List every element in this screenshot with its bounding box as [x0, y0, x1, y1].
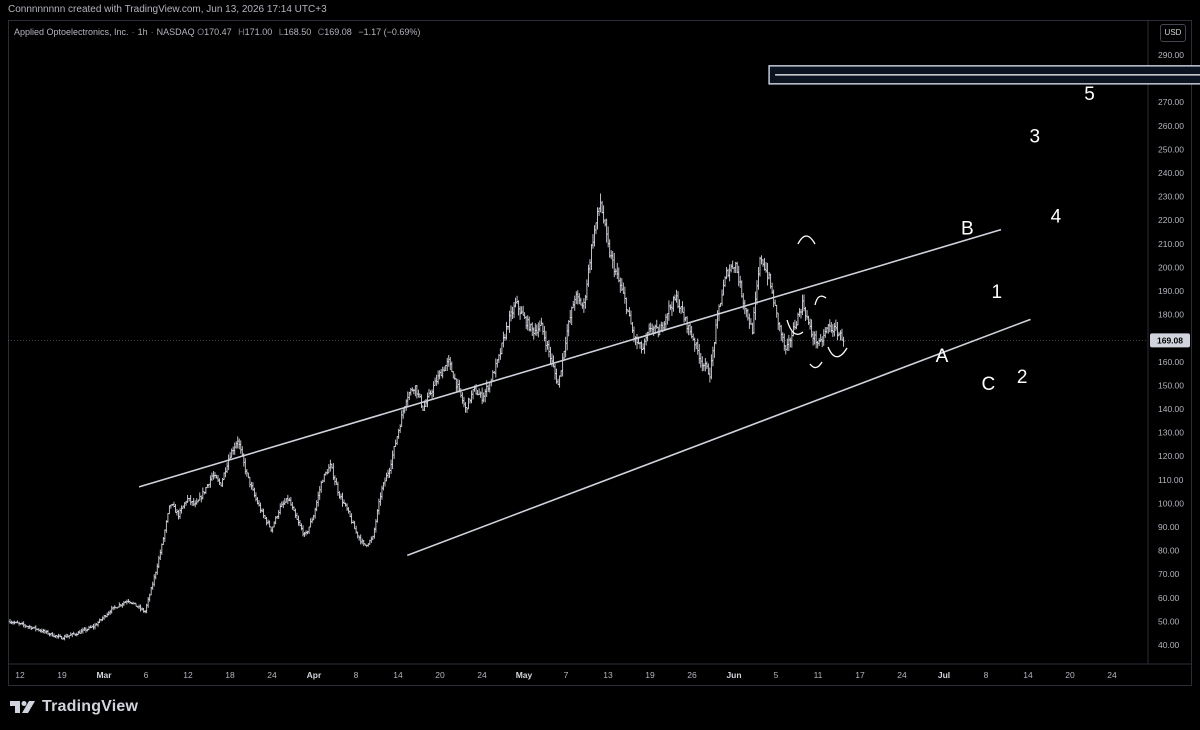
- price-chart[interactable]: 290.00 2 80.00 270.00 260.00 250.00 240.00 230.…: [0, 0, 1200, 730]
- time-axis-label: Jun: [726, 670, 741, 680]
- tradingview-brand: TradingView: [42, 698, 139, 715]
- open-value: 170.47: [204, 27, 232, 37]
- time-axis-label: 5: [774, 670, 779, 680]
- upper-channel-line[interactable]: [138, 228, 1002, 488]
- wave-label-5[interactable]: 5: [1084, 84, 1095, 105]
- time-axis-label: 8: [354, 670, 359, 680]
- high-value: 171.00: [244, 27, 273, 37]
- close-value: 169.08: [324, 27, 352, 37]
- price-axis-label: 60.00: [1158, 593, 1180, 603]
- wave-label-1[interactable]: 1: [992, 282, 1003, 303]
- price-axis-label: 270.00: [1158, 97, 1184, 107]
- price-axis-label: 120.00: [1158, 451, 1184, 461]
- low-label: L: [278, 27, 284, 37]
- price-axis-label: 40.00: [1158, 640, 1180, 650]
- time-axis-label: 14: [1023, 670, 1033, 680]
- price-axis-label: 140.00: [1158, 404, 1184, 414]
- high-label: H: [238, 27, 245, 37]
- time-axis-label: Apr: [307, 670, 322, 680]
- price-axis-label: 240.00: [1158, 168, 1184, 178]
- price-axis-label: 260.00: [1158, 121, 1184, 131]
- time-axis-label: 24: [267, 670, 277, 680]
- time-axis-label: 14: [393, 670, 403, 680]
- time-axis-label: 19: [645, 670, 655, 680]
- wave-label-C[interactable]: C: [982, 374, 996, 395]
- time-axis-label: 12: [15, 670, 25, 680]
- wave-marker-arc: [797, 235, 816, 245]
- symbol-name[interactable]: Applied Optoelectronics, Inc.: [14, 27, 129, 37]
- time-axis-label: May: [516, 670, 533, 680]
- wave-label-3[interactable]: 3: [1029, 126, 1040, 147]
- price-axis-label: 130.00: [1158, 428, 1184, 438]
- price-axis-label: 110.00: [1158, 475, 1184, 485]
- low-value: 168.50: [283, 27, 312, 37]
- time-axis-label: 26: [687, 670, 697, 680]
- time-axis-label: Jul: [938, 670, 950, 680]
- exchange-label: NASDAQ: [156, 27, 195, 37]
- price-axis-label: 250.00: [1158, 144, 1184, 154]
- wave-label-2[interactable]: 2: [1017, 367, 1028, 388]
- time-axis-label: 8: [984, 670, 989, 680]
- price-axis-label: 160.00: [1158, 357, 1184, 367]
- wave-marker-arc: [827, 346, 848, 358]
- change-value: −1.17 (−0.69%): [358, 27, 421, 37]
- time-axis-label: 7: [564, 670, 569, 680]
- price-axis-label: 50.00: [1158, 616, 1180, 626]
- currency-button[interactable]: USD: [1160, 24, 1186, 42]
- time-axis-label: 20: [1065, 670, 1075, 680]
- price-axis-label: 200.00: [1158, 262, 1184, 272]
- price-axis-label: 230.00: [1158, 192, 1184, 202]
- time-axis-label: 19: [57, 670, 67, 680]
- time-axis-label: 24: [477, 670, 487, 680]
- price-axis-label: 90.00: [1158, 522, 1180, 532]
- wave-marker-arc: [809, 361, 823, 369]
- tradingview-logo[interactable]: TradingView: [10, 698, 138, 716]
- time-axis-label: 12: [183, 670, 193, 680]
- wave-label-A[interactable]: A: [936, 346, 949, 367]
- price-axis-label: 290.00: [1158, 50, 1184, 60]
- wave-label-4[interactable]: 4: [1051, 207, 1062, 228]
- symbol-legend[interactable]: Applied Optoelectronics, Inc. · 1h · NASDAQ …: [14, 27, 424, 37]
- time-axis-label: 17: [855, 670, 865, 680]
- price-axis-label: 180.00: [1158, 310, 1184, 320]
- tradingview-logo-icon: [10, 701, 35, 713]
- time-axis-label: 13: [603, 670, 613, 680]
- price-axis-label: 190.00: [1158, 286, 1184, 296]
- time-axis-label: 20: [435, 670, 445, 680]
- price-axis-label: 100.00: [1158, 498, 1184, 508]
- price-axis-label: 150.00: [1158, 380, 1184, 390]
- price-axis-label: 210.00: [1158, 239, 1184, 249]
- time-axis-label: 24: [1107, 670, 1117, 680]
- time-axis-label: Mar: [96, 670, 112, 680]
- wave-marker-arc: [814, 295, 827, 306]
- wave-label-B[interactable]: B: [961, 218, 974, 239]
- time-axis-label: 6: [144, 670, 149, 680]
- price-axis-label: 80.00: [1158, 546, 1180, 556]
- last-price-label: 169.08: [1157, 335, 1183, 345]
- time-axis-label: 11: [814, 670, 823, 680]
- price-axis-label: 220.00: [1158, 215, 1184, 225]
- price-axis-label: 70.00: [1158, 569, 1180, 579]
- time-axis-label: 24: [897, 670, 907, 680]
- interval-label[interactable]: 1h: [138, 27, 148, 37]
- time-axis-label: 18: [225, 670, 235, 680]
